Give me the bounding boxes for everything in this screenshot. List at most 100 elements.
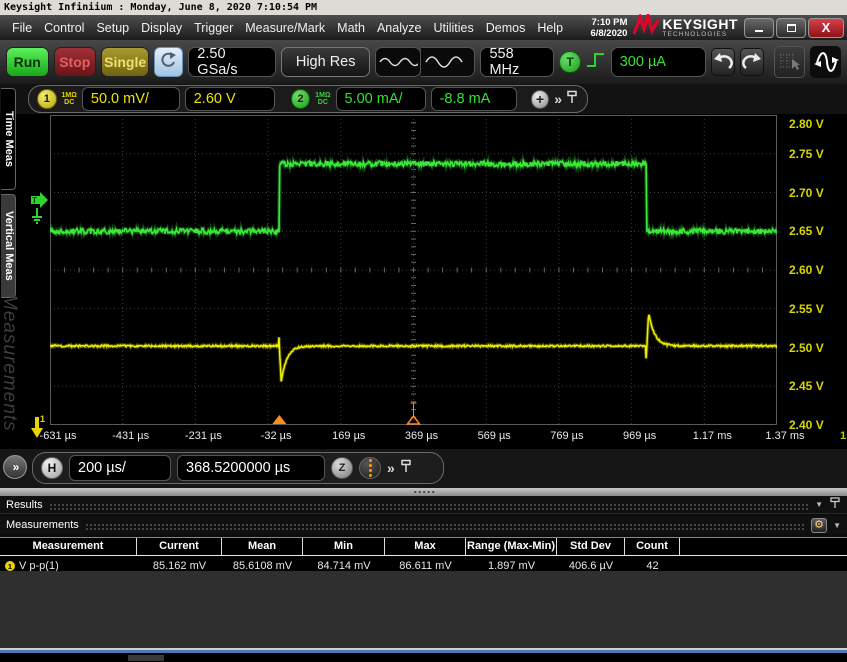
column-header[interactable]: Mean	[222, 538, 303, 555]
menu-item[interactable]: Demos	[480, 18, 532, 38]
menu-item[interactable]: Math	[331, 18, 371, 38]
measurement-marker: 1	[5, 561, 15, 571]
close-button[interactable]: X	[808, 18, 844, 38]
pin-icon[interactable]	[399, 458, 413, 479]
column-header[interactable]: Current	[137, 538, 222, 555]
rising-edge-icon[interactable]	[586, 50, 606, 75]
voltage-tick-label: 2.55 V	[789, 302, 824, 316]
keysight-spark-icon	[633, 14, 659, 41]
taskbar-accent-line	[0, 650, 847, 653]
time-tick-label: 769 µs	[550, 430, 583, 442]
menu-item[interactable]: Setup	[90, 18, 135, 38]
keysight-logo: KEYSIGHT TECHNOLOGIES	[633, 14, 738, 41]
results-empty-area	[0, 571, 847, 648]
menu-item[interactable]: Control	[38, 18, 90, 38]
pin-icon[interactable]	[565, 89, 579, 110]
clock-time: 7:10 PM	[590, 17, 627, 28]
horizontal-button[interactable]: H	[41, 457, 63, 479]
autoscale-icon[interactable]	[810, 46, 841, 78]
bottom-edge	[0, 648, 847, 662]
channel-bar: 1 1MΩDC 50.0 mV/ 2.60 V 2 1MΩDC 5.00 mA/…	[0, 84, 847, 114]
trigger-time-marker	[272, 415, 286, 424]
measurements-watermark: Measurements	[0, 294, 20, 432]
channel-2-coupling[interactable]: 1MΩDC	[315, 92, 330, 107]
dotted-leader	[49, 503, 809, 510]
channel-controls-group: 1 1MΩDC 50.0 mV/ 2.60 V 2 1MΩDC 5.00 mA/…	[28, 85, 588, 113]
window-title: Keysight Infiniium : Monday, June 8, 202…	[4, 2, 317, 13]
voltage-tick-label: 2.70 V	[789, 186, 824, 200]
expand-panel-button[interactable]: »	[3, 455, 27, 479]
channel-2-trigger-level-marker[interactable]: T	[29, 191, 50, 232]
single-button[interactable]: Single	[101, 47, 149, 77]
dotted-leader	[85, 523, 805, 530]
voltage-tick-label: 2.65 V	[789, 224, 824, 238]
menu-caret-icon[interactable]: ▼	[833, 521, 841, 530]
collapse-caret-icon[interactable]: ▼	[815, 500, 823, 509]
channel-1-offset-marker[interactable]: 1	[30, 413, 48, 446]
acq-mode-button[interactable]: High Res	[281, 47, 370, 77]
touch-toggle-button[interactable]	[154, 47, 183, 77]
minimize-button[interactable]	[744, 18, 774, 38]
brand-subtitle: TECHNOLOGIES	[662, 31, 738, 38]
trigger-level-display[interactable]: 300 µA	[611, 47, 706, 77]
more-chevrons-icon[interactable]: »	[387, 460, 393, 476]
waveform-large-icon[interactable]	[421, 47, 475, 77]
table-header-row: MeasurementCurrentMeanMinMaxRange (Max-M…	[0, 537, 847, 556]
column-header[interactable]: Min	[303, 538, 385, 555]
menu-bar: FileControlSetupDisplayTriggerMeasure/Ma…	[0, 15, 847, 40]
channel-1-offset-display[interactable]: 2.60 V	[185, 87, 275, 111]
measurements-table: MeasurementCurrentMeanMinMaxRange (Max-M…	[0, 537, 847, 575]
svg-text:1: 1	[40, 414, 45, 424]
results-header: Results ▼	[0, 496, 847, 514]
scope-display: Time Meas Vertical Meas Measurements 2.8…	[0, 114, 847, 449]
orange-dots-icon	[369, 459, 372, 477]
column-header[interactable]: Count	[625, 538, 680, 555]
column-header[interactable]: Measurement	[0, 538, 137, 555]
run-button[interactable]: Run	[6, 47, 49, 77]
menu-item[interactable]: Display	[135, 18, 188, 38]
svg-text:T: T	[32, 196, 37, 205]
channel-2-scale-display[interactable]: 5.00 mA/	[336, 87, 426, 111]
sample-rate-display[interactable]: 2.50 GSa/s	[188, 47, 276, 77]
channel-2-button[interactable]: 2	[291, 89, 311, 109]
trigger-source-button[interactable]: T	[559, 51, 580, 73]
expand-chevrons-icon[interactable]: »	[554, 91, 560, 107]
time-tick-label: -32 µs	[261, 430, 292, 442]
tab-vertical-meas[interactable]: Vertical Meas	[1, 194, 16, 298]
trigger-position-button[interactable]	[359, 457, 381, 479]
menu-item[interactable]: Help	[531, 18, 569, 38]
stop-button[interactable]: Stop	[54, 47, 97, 77]
undo-button[interactable]	[711, 48, 735, 76]
channel-1-scale-display[interactable]: 50.0 mV/	[82, 87, 180, 111]
menu-item[interactable]: File	[6, 18, 38, 38]
taskbar-item[interactable]	[128, 655, 164, 661]
menu-item[interactable]: Measure/Mark	[239, 18, 331, 38]
redo-button[interactable]	[740, 48, 764, 76]
pin-icon[interactable]	[829, 496, 841, 513]
timebase-scale-display[interactable]: 200 µs/	[69, 455, 171, 481]
gear-icon[interactable]: ⚙	[811, 518, 827, 533]
menu-item[interactable]: Analyze	[371, 18, 427, 38]
restore-button[interactable]	[776, 18, 806, 38]
waveform-small-icon[interactable]	[375, 47, 421, 77]
panel-splitter[interactable]	[0, 488, 847, 496]
add-channel-button[interactable]: +	[531, 90, 550, 109]
timebase-position-display[interactable]: 368.5200000 µs	[177, 455, 325, 481]
zoom-button[interactable]: Z	[331, 457, 353, 479]
time-tick-label: 1.37 ms	[765, 430, 804, 442]
waveform-plot[interactable]	[50, 115, 777, 425]
column-header[interactable]: Std Dev	[557, 538, 625, 555]
bandwidth-display[interactable]: 558 MHz	[480, 47, 554, 77]
channel-1-coupling[interactable]: 1MΩDC	[62, 92, 77, 107]
channel-1-button[interactable]: 1	[37, 89, 57, 109]
menu-item[interactable]: Utilities	[427, 18, 479, 38]
measurements-header: Measurements ⚙ ▼	[0, 516, 847, 534]
grid-cursor-icon[interactable]	[774, 46, 805, 78]
menu-item[interactable]: Trigger	[188, 18, 239, 38]
channel-2-offset-display[interactable]: -8.8 mA	[431, 87, 517, 111]
column-header[interactable]: Range (Max-Min)	[466, 538, 557, 555]
tab-time-meas[interactable]: Time Meas	[1, 88, 16, 190]
column-header[interactable]: Max	[385, 538, 466, 555]
voltage-tick-label: 2.80 V	[789, 117, 824, 131]
time-tick-label: 969 µs	[623, 430, 656, 442]
